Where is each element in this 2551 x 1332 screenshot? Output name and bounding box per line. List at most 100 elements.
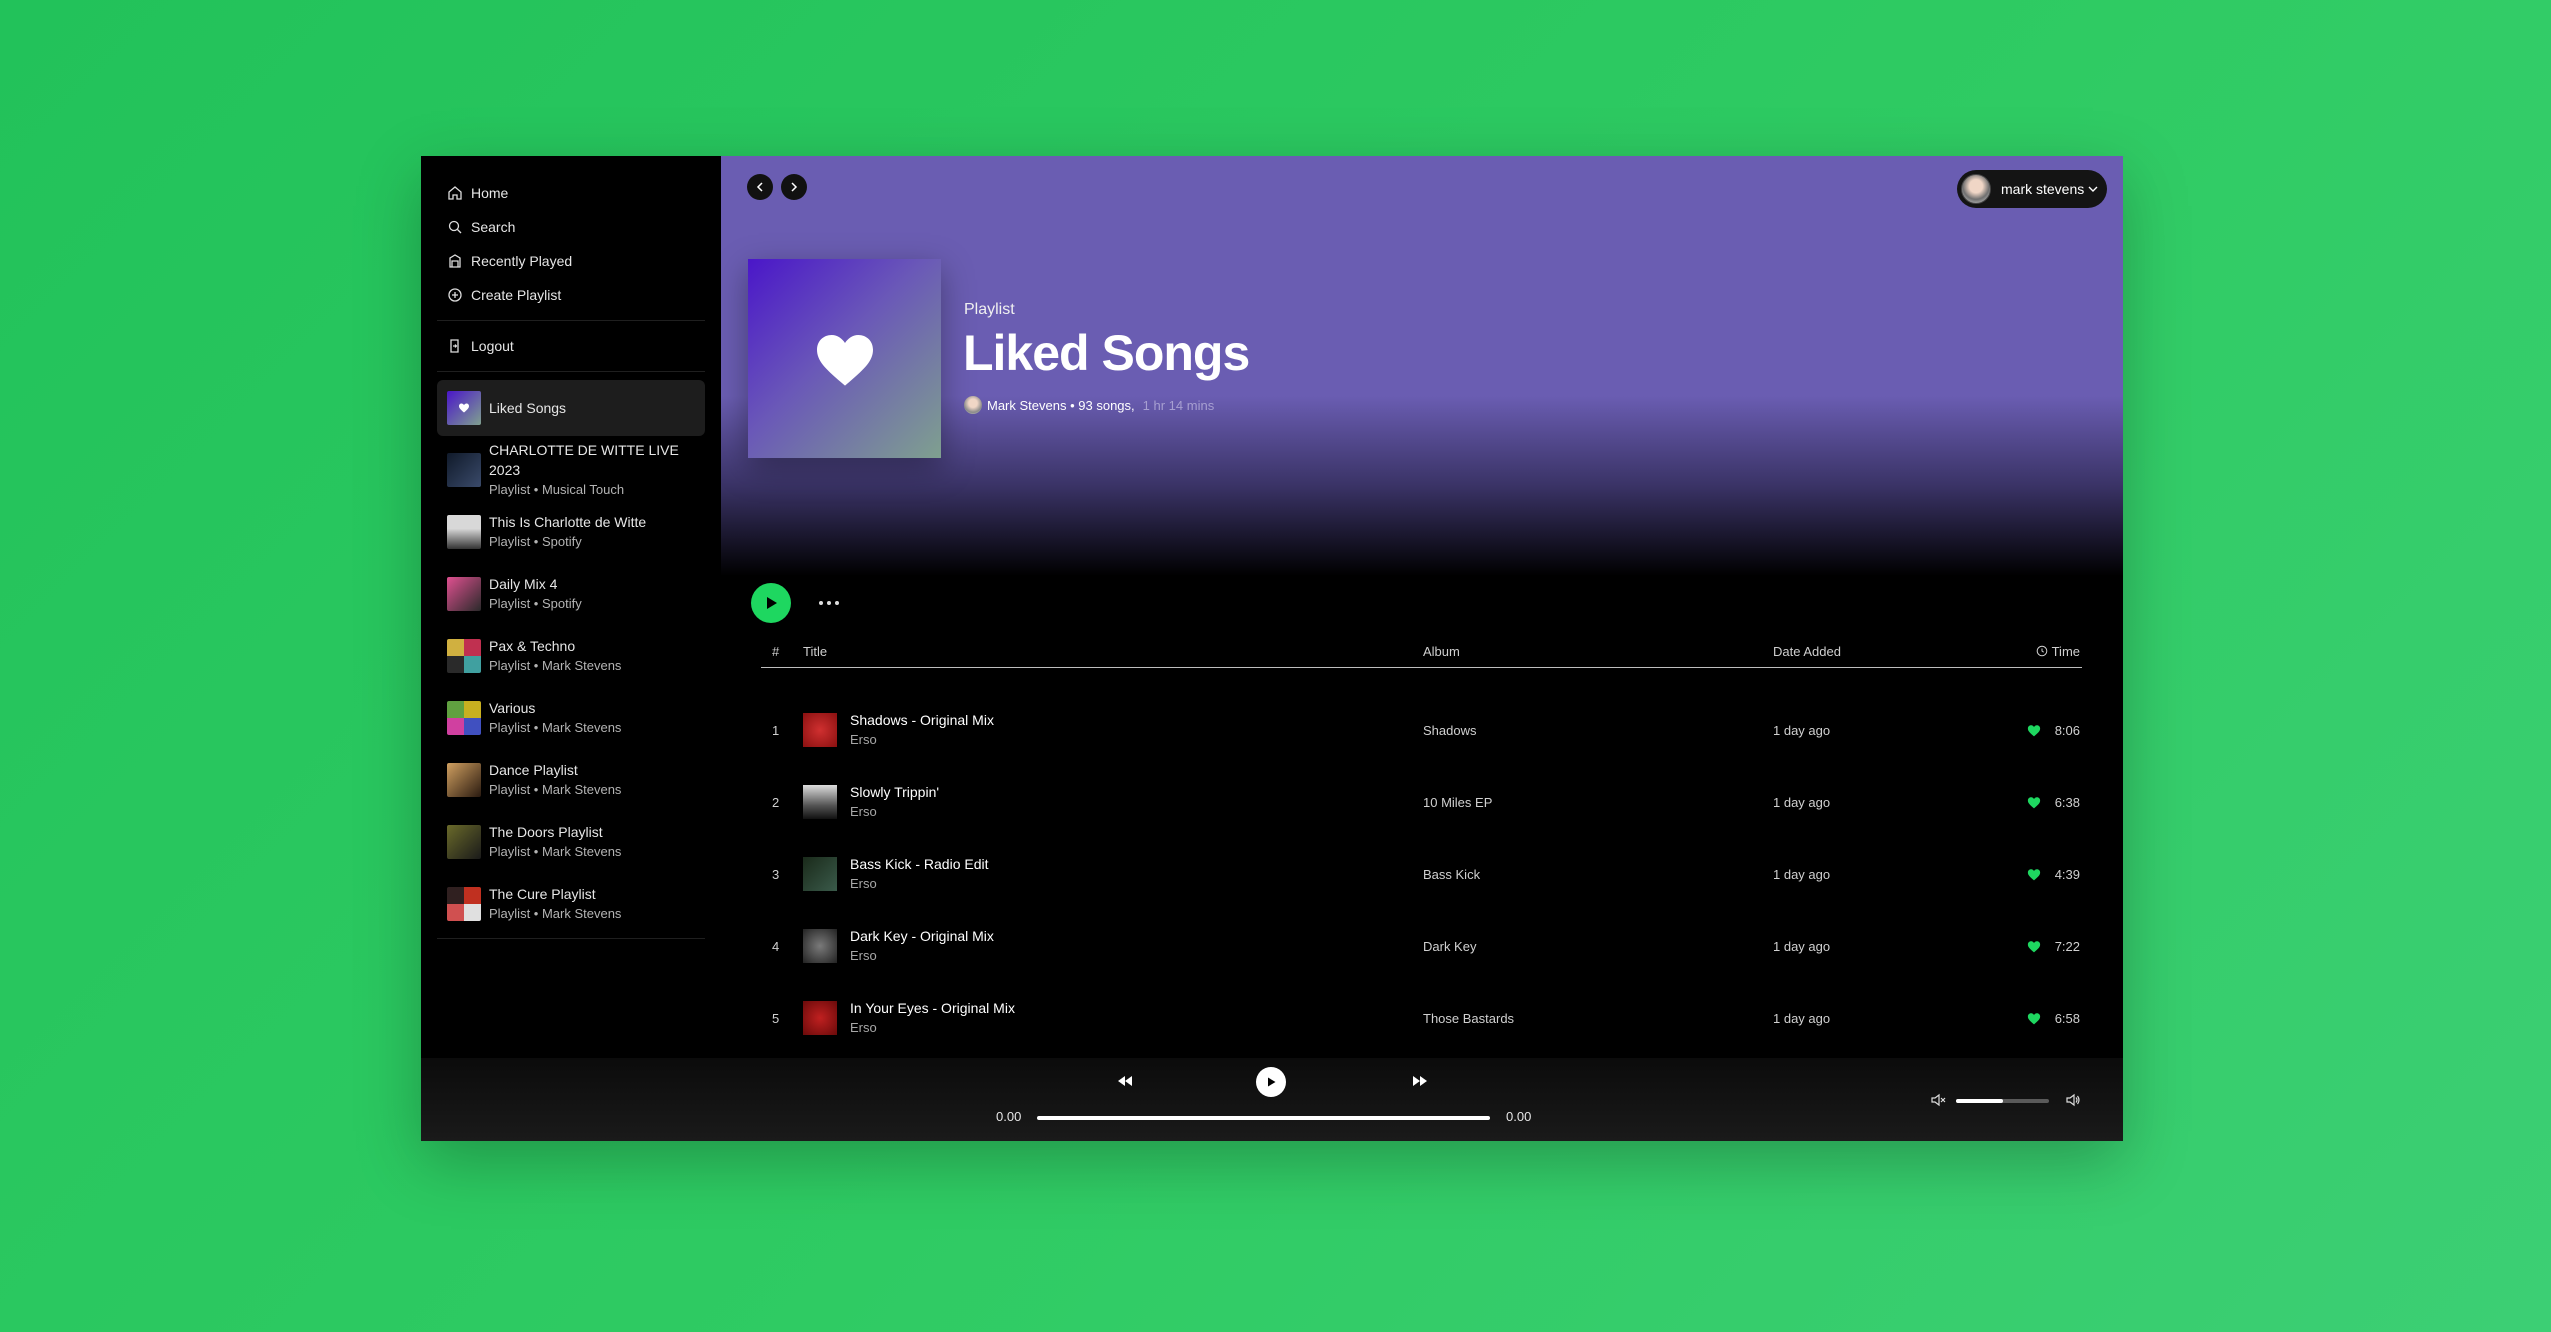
table-row[interactable]: 4 Dark Key - Original Mix Erso Dark Key … bbox=[761, 910, 2082, 982]
playlist-name: Liked Songs bbox=[489, 400, 567, 416]
nav-create-playlist[interactable]: Create Playlist bbox=[437, 278, 705, 312]
playlist-thumb bbox=[447, 825, 481, 859]
volume-mute-icon bbox=[1931, 1093, 1946, 1107]
nav-recently-played[interactable]: Recently Played bbox=[437, 244, 705, 278]
liked-heart-icon[interactable] bbox=[2027, 724, 2041, 737]
playlist-item[interactable]: Daily Mix 4 Playlist • Spotify bbox=[437, 566, 705, 622]
track-number: 1 bbox=[772, 722, 780, 738]
playlist-subtitle: Playlist • Mark Stevens bbox=[489, 782, 622, 797]
dot bbox=[827, 601, 831, 605]
playlist-text: Pax & Techno Playlist • Mark Stevens bbox=[489, 636, 621, 676]
header-album[interactable]: Album bbox=[1423, 644, 1773, 659]
owner-avatar bbox=[964, 396, 982, 414]
playlist-text: This Is Charlotte de Witte Playlist • Sp… bbox=[489, 512, 646, 552]
playlist-thumb bbox=[447, 639, 481, 673]
track-title-cell: Dark Key - Original Mix Erso bbox=[803, 926, 1423, 966]
track-album[interactable]: Dark Key bbox=[1423, 939, 1773, 954]
header-time-label: Time bbox=[2051, 643, 2080, 659]
track-artist[interactable]: Erso bbox=[850, 946, 994, 966]
owner-name[interactable]: Mark Stevens bbox=[987, 398, 1066, 413]
clock-icon bbox=[2036, 645, 2047, 657]
main-content: mark stevens Playlist Liked Songs Mark S… bbox=[721, 156, 2123, 1058]
volume-max-button[interactable] bbox=[2061, 1088, 2085, 1112]
track-artist[interactable]: Erso bbox=[850, 802, 939, 822]
header-date-added[interactable]: Date Added bbox=[1773, 644, 2013, 659]
nav-home[interactable]: Home bbox=[437, 176, 705, 210]
track-album[interactable]: Shadows bbox=[1423, 723, 1773, 738]
playlist-item[interactable]: Various Playlist • Mark Stevens bbox=[437, 690, 705, 746]
total-time: 0.00 bbox=[1506, 1109, 1532, 1124]
nav-logout-label: Logout bbox=[471, 338, 514, 354]
progress-bar[interactable] bbox=[1037, 1116, 1490, 1120]
track-number: 3 bbox=[772, 866, 780, 882]
track-number: 2 bbox=[772, 794, 780, 810]
table-row[interactable]: 5 In Your Eyes - Original Mix Erso Those… bbox=[761, 982, 2082, 1054]
liked-heart-icon[interactable] bbox=[2027, 796, 2041, 809]
track-thumb bbox=[803, 713, 837, 747]
tracks-table: # Title Album Date Added Time 1 Shadows … bbox=[761, 639, 2082, 1054]
header-time[interactable]: Time bbox=[2013, 644, 2082, 659]
history-nav bbox=[747, 174, 807, 200]
playlist-item[interactable]: The Doors Playlist Playlist • Mark Steve… bbox=[437, 814, 705, 870]
play-button[interactable] bbox=[751, 583, 791, 623]
more-options-button[interactable] bbox=[813, 595, 845, 611]
playlist-item-liked-songs[interactable]: Liked Songs bbox=[437, 380, 705, 436]
previous-button[interactable] bbox=[1112, 1068, 1138, 1094]
nav-logout[interactable]: Logout bbox=[437, 329, 705, 363]
volume-high-icon bbox=[2066, 1093, 2080, 1107]
playlist-name: Pax & Techno bbox=[489, 638, 576, 654]
playlist-text: Liked Songs bbox=[489, 398, 566, 418]
forward-button[interactable] bbox=[781, 174, 807, 200]
track-info: Slowly Trippin' Erso bbox=[850, 782, 939, 822]
back-button[interactable] bbox=[747, 174, 773, 200]
table-row[interactable]: 3 Bass Kick - Radio Edit Erso Bass Kick … bbox=[761, 838, 2082, 910]
track-artist[interactable]: Erso bbox=[850, 1018, 1015, 1038]
playlist-item[interactable]: Pax & Techno Playlist • Mark Stevens bbox=[437, 628, 705, 684]
liked-heart-icon[interactable] bbox=[2027, 1012, 2041, 1025]
track-artist[interactable]: Erso bbox=[850, 874, 989, 894]
header-title[interactable]: Title bbox=[803, 644, 1423, 659]
track-info: In Your Eyes - Original Mix Erso bbox=[850, 998, 1015, 1038]
track-name: Slowly Trippin' bbox=[850, 784, 940, 800]
sidebar-divider bbox=[437, 320, 705, 321]
player-play-button[interactable] bbox=[1256, 1067, 1286, 1097]
playlist-item[interactable]: This Is Charlotte de Witte Playlist • Sp… bbox=[437, 504, 705, 560]
play-icon bbox=[1268, 1077, 1276, 1087]
playlist-item[interactable]: CHARLOTTE DE WITTE LIVE 2023 Playlist • … bbox=[437, 442, 705, 498]
nav-search-label: Search bbox=[471, 219, 516, 235]
heart-icon bbox=[816, 334, 873, 386]
track-duration: 6:58 bbox=[2054, 1010, 2080, 1026]
playlist-text: The Cure Playlist Playlist • Mark Steven… bbox=[489, 884, 621, 924]
mute-button[interactable] bbox=[1926, 1088, 1950, 1112]
track-title-cell: Shadows - Original Mix Erso bbox=[803, 710, 1423, 750]
nav-search[interactable]: Search bbox=[437, 210, 705, 244]
track-album[interactable]: 10 Miles EP bbox=[1423, 795, 1773, 810]
liked-heart-icon[interactable] bbox=[2027, 940, 2041, 953]
page-title: Liked Songs bbox=[963, 325, 1250, 381]
rewind-icon bbox=[1118, 1076, 1132, 1086]
table-row[interactable]: 2 Slowly Trippin' Erso 10 Miles EP 1 day… bbox=[761, 766, 2082, 838]
liked-heart-icon[interactable] bbox=[2027, 868, 2041, 881]
playlist-duration: 1 hr 14 mins bbox=[1142, 397, 1215, 413]
user-menu[interactable]: mark stevens bbox=[1957, 170, 2107, 208]
playlist-name: The Cure Playlist bbox=[489, 886, 596, 902]
track-name: Dark Key - Original Mix bbox=[850, 928, 994, 944]
playlist-text: Various Playlist • Mark Stevens bbox=[489, 698, 621, 738]
track-info: Dark Key - Original Mix Erso bbox=[850, 926, 994, 966]
playlist-item[interactable]: Dance Playlist Playlist • Mark Stevens bbox=[437, 752, 705, 808]
track-time-cell: 4:39 bbox=[2013, 867, 2082, 882]
nav-create-playlist-label: Create Playlist bbox=[471, 287, 562, 303]
volume-slider[interactable] bbox=[1956, 1099, 2049, 1103]
track-album[interactable]: Those Bastards bbox=[1423, 1011, 1773, 1026]
track-artist[interactable]: Erso bbox=[850, 730, 994, 750]
playlist-subtitle: Playlist • Mark Stevens bbox=[489, 720, 622, 735]
avatar bbox=[1961, 174, 1991, 204]
track-album[interactable]: Bass Kick bbox=[1423, 867, 1773, 882]
playlist-subtitle: Playlist • Mark Stevens bbox=[489, 906, 622, 921]
track-date-added: 1 day ago bbox=[1773, 722, 1831, 738]
table-row[interactable]: 1 Shadows - Original Mix Erso Shadows 1 … bbox=[761, 694, 2082, 766]
next-button[interactable] bbox=[1407, 1068, 1433, 1094]
search-icon bbox=[448, 220, 462, 234]
nav-home-label: Home bbox=[471, 185, 509, 201]
playlist-item[interactable]: The Cure Playlist Playlist • Mark Steven… bbox=[437, 876, 705, 932]
